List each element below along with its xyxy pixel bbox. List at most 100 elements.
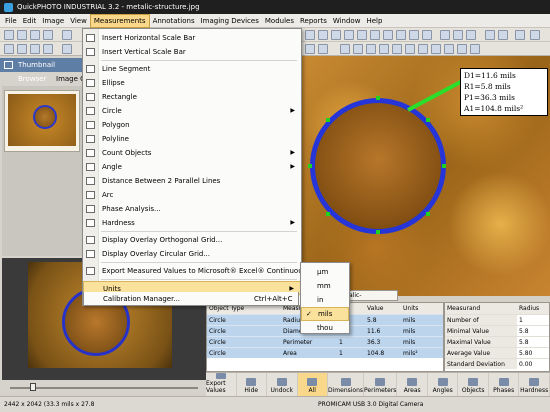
fit-icon[interactable] xyxy=(466,30,476,40)
line-width-icon[interactable] xyxy=(431,44,441,54)
rectangle-tool-icon[interactable] xyxy=(305,30,315,40)
arrow-icon[interactable] xyxy=(457,44,467,54)
dimensions-button[interactable]: Dimensions xyxy=(328,373,365,396)
areas-button[interactable]: Areas xyxy=(397,373,428,396)
all-button[interactable]: All xyxy=(297,373,328,396)
open-icon[interactable] xyxy=(17,30,27,40)
menu-measurements[interactable]: Measurements xyxy=(89,13,150,28)
pointer-tool-icon[interactable] xyxy=(340,44,350,54)
save-icon[interactable] xyxy=(43,30,53,40)
table-row[interactable]: Circle Perimeter 1 36.3 mils xyxy=(207,336,443,347)
menu-view[interactable]: View xyxy=(67,14,90,28)
insert-vertical-scale-bar-item[interactable]: Insert Vertical Scale Bar xyxy=(83,45,301,59)
circular-grid-item[interactable]: Display Overlay Circular Grid... xyxy=(83,247,301,261)
layout-single-icon[interactable] xyxy=(4,44,14,54)
hide-button[interactable]: Hide xyxy=(237,373,267,396)
table-row[interactable]: Circle Area 1 104.8 mils² xyxy=(207,347,443,358)
snapshot-icon[interactable] xyxy=(498,30,508,40)
settings-icon[interactable] xyxy=(515,30,525,40)
new-icon[interactable] xyxy=(4,30,14,40)
line-segment-item[interactable]: Line Segment xyxy=(83,62,301,76)
col-value[interactable]: Value xyxy=(365,303,401,314)
orthogonal-grid-item[interactable]: Display Overlay Orthogonal Grid... xyxy=(83,233,301,247)
col-units[interactable]: Units xyxy=(401,303,441,314)
unit-mils-item[interactable]: ✓ mils xyxy=(301,307,349,321)
circle-item[interactable]: Circle ▶ xyxy=(83,104,301,118)
export-excel-item[interactable]: Export Measured Values to Microsoft® Exc… xyxy=(83,264,312,278)
measurement-label[interactable]: D1=11.6 mils R1=5.8 mils P1=36.3 mils A1… xyxy=(460,68,548,116)
thumbnail-browser-tab[interactable]: Thumbnail Browser xyxy=(0,58,82,83)
move-tool-icon[interactable] xyxy=(318,44,328,54)
fill-tool-icon[interactable] xyxy=(392,44,402,54)
angle-tool-icon[interactable] xyxy=(370,30,380,40)
objects-button[interactable]: Objects xyxy=(458,373,489,396)
circle-handle-left[interactable] xyxy=(308,164,312,168)
distance-item[interactable]: Distance Between 2 Parallel Lines xyxy=(83,174,301,188)
undo-icon[interactable] xyxy=(62,30,72,40)
line-tool-icon[interactable] xyxy=(409,30,419,40)
arc-tool-icon[interactable] xyxy=(357,30,367,40)
pen-tool-icon[interactable] xyxy=(379,44,389,54)
rectangle-item[interactable]: Rectangle xyxy=(83,90,301,104)
label-icon[interactable] xyxy=(470,44,480,54)
unit-mm-item[interactable]: mm xyxy=(301,279,349,293)
ellipse-item[interactable]: Ellipse xyxy=(83,76,301,90)
circle-handle-br[interactable] xyxy=(426,212,430,216)
unit-in-item[interactable]: in xyxy=(301,293,349,307)
brush-tool-icon[interactable] xyxy=(418,44,428,54)
polyline-tool-icon[interactable] xyxy=(344,30,354,40)
insert-horizontal-scale-bar-item[interactable]: Insert Horizontal Scale Bar xyxy=(83,31,301,45)
circle-handle-right[interactable] xyxy=(442,164,446,168)
menu-reports[interactable]: Reports xyxy=(297,14,330,28)
circle-handle-top[interactable] xyxy=(376,96,380,100)
text-tool-icon[interactable] xyxy=(353,44,363,54)
browser-icon[interactable] xyxy=(62,44,72,54)
phase-analysis-item[interactable]: Phase Analysis... xyxy=(83,202,301,216)
count-tool-icon[interactable] xyxy=(383,30,393,40)
font-icon[interactable] xyxy=(444,44,454,54)
thumbnail-item[interactable] xyxy=(4,90,80,152)
calibration-manager-item[interactable]: Calibration Manager... Ctrl+Alt+C xyxy=(83,292,299,306)
menu-annotations[interactable]: Annotations xyxy=(150,14,198,28)
distance-tool-icon[interactable] xyxy=(422,30,432,40)
menu-help[interactable]: Help xyxy=(363,14,385,28)
count-objects-item[interactable]: Count Objects ▶ xyxy=(83,146,301,160)
layout-quad-icon[interactable] xyxy=(43,44,53,54)
zoom-in-icon[interactable] xyxy=(440,30,450,40)
layout-split-icon[interactable] xyxy=(17,44,27,54)
delete-icon[interactable] xyxy=(366,44,376,54)
print-icon[interactable] xyxy=(30,30,40,40)
hardness-item[interactable]: Hardness ▶ xyxy=(83,216,301,230)
menu-modules[interactable]: Modules xyxy=(262,14,297,28)
circle-handle-bl[interactable] xyxy=(326,212,330,216)
menu-window[interactable]: Window xyxy=(330,14,364,28)
phases-button[interactable]: Phases xyxy=(489,373,520,396)
menu-image[interactable]: Image xyxy=(39,14,67,28)
menu-edit[interactable]: Edit xyxy=(20,14,40,28)
menu-imaging-devices[interactable]: Imaging Devices xyxy=(198,14,262,28)
angle-item[interactable]: Angle ▶ xyxy=(83,160,301,174)
hardness-button[interactable]: Hardness xyxy=(519,373,550,396)
zoom-slider-thumb[interactable] xyxy=(30,383,36,391)
circle-tool-icon[interactable] xyxy=(396,30,406,40)
perimeters-button[interactable]: Perimeters xyxy=(364,373,398,396)
polygon-item[interactable]: Polygon xyxy=(83,118,301,132)
arc-item[interactable]: Arc xyxy=(83,188,301,202)
help-icon[interactable] xyxy=(530,30,540,40)
angles-button[interactable]: Angles xyxy=(428,373,459,396)
polyline-item[interactable]: Polyline xyxy=(83,132,301,146)
unit-um-item[interactable]: µm xyxy=(301,265,349,279)
zoom-out-icon[interactable] xyxy=(453,30,463,40)
unit-thou-item[interactable]: thou xyxy=(301,321,349,335)
color-tool-icon[interactable] xyxy=(405,44,415,54)
select-tool-icon[interactable] xyxy=(305,44,315,54)
zoom-slider-track[interactable] xyxy=(10,387,198,389)
export-values-button[interactable]: Export Values xyxy=(206,373,237,396)
live-icon[interactable] xyxy=(485,30,495,40)
circle-handle-tr[interactable] xyxy=(426,118,430,122)
ellipse-tool-icon[interactable] xyxy=(318,30,328,40)
layout-grid-icon[interactable] xyxy=(30,44,40,54)
menu-file[interactable]: File xyxy=(2,14,20,28)
circle-handle-tl[interactable] xyxy=(326,118,330,122)
undock-button[interactable]: Undock xyxy=(267,373,298,396)
